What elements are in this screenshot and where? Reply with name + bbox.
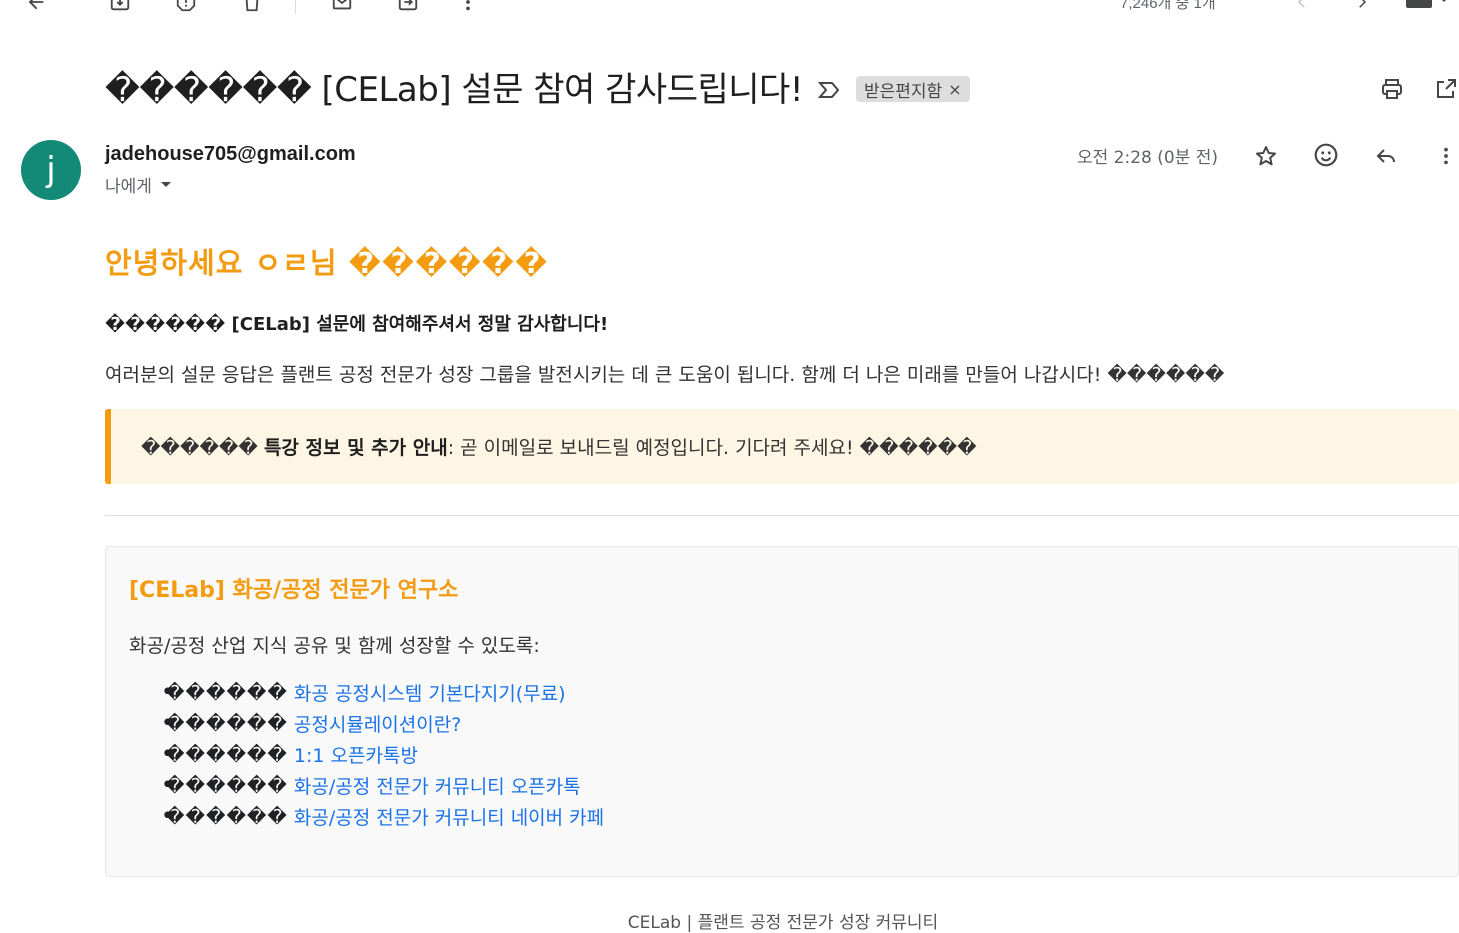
chevron-down-icon[interactable] xyxy=(160,181,172,189)
link-process-simulation[interactable]: 공정시뮬레이션이란? xyxy=(294,710,461,737)
report-spam-icon[interactable] xyxy=(172,0,200,16)
link-prefix: ������ xyxy=(165,805,288,828)
notice-bold: 특강 정보 및 추가 안내 xyxy=(263,437,448,459)
importance-marker-icon[interactable] xyxy=(816,77,842,103)
bullet: • xyxy=(161,742,174,767)
older-chevron-icon[interactable] xyxy=(1290,0,1314,14)
email-footer: CELab | 플랜트 공정 전문가 성장 커뮤니티 xyxy=(627,913,939,933)
divider xyxy=(105,515,1459,516)
toolbar-divider xyxy=(295,0,296,14)
notice-rest: : 곧 이메일로 보내드릴 예정입니다. 기다려 주세요! ������ xyxy=(447,437,977,459)
link-prefix: ������ xyxy=(165,743,288,766)
bullet: • xyxy=(161,680,174,705)
archive-icon[interactable] xyxy=(106,0,134,16)
inbox-label-text: 받은편지함 xyxy=(864,81,943,102)
link-naver-cafe[interactable]: 화공/공정 전문가 커뮤니티 네이버 카페 xyxy=(294,803,604,830)
reply-icon[interactable] xyxy=(1372,142,1400,170)
star-icon[interactable] xyxy=(1252,142,1280,170)
inbox-label-chip[interactable]: 받은편지함 × xyxy=(856,76,970,102)
notice-prefix: ������ xyxy=(141,437,264,459)
bullet: • xyxy=(161,773,174,798)
link-one-on-one-chat[interactable]: 1:1 오픈카톡방 xyxy=(294,741,418,768)
list-item: • ������ 화공/공정 전문가 커뮤니티 네이버 카페 xyxy=(129,801,604,832)
bullet: • xyxy=(161,804,174,829)
more-vert-icon[interactable] xyxy=(454,0,482,16)
sender-avatar[interactable]: j xyxy=(21,140,81,200)
message-time: 오전 2:28 (0분 전) xyxy=(1077,148,1219,168)
list-item: • ������ 1:1 오픈카톡방 xyxy=(129,739,604,770)
email-subject: ������ [CELab] 설문 참여 감사드립니다! xyxy=(105,70,803,110)
message-count: 7,246개 중 1개 xyxy=(1120,0,1216,12)
recipient-details[interactable]: 나에게 xyxy=(105,172,172,197)
list-item: • ������ 화공 공정시스템 기본다지기(무료) xyxy=(129,677,604,708)
back-arrow-icon[interactable] xyxy=(22,0,50,16)
notice-box: ������ 특강 정보 및 추가 안내: 곧 이메일로 보내드릴 예정입니다.… xyxy=(105,409,1459,484)
list-item: • ������ 화공/공정 전문가 커뮤니티 오픈카톡 xyxy=(129,770,604,801)
thanks-line: ������ [CELab] 설문에 참여해주셔서 정말 감사합니다! xyxy=(105,314,609,335)
message-more-icon[interactable] xyxy=(1432,142,1459,170)
emoji-reaction-icon[interactable] xyxy=(1312,141,1340,169)
keyboard-icon[interactable] xyxy=(1402,0,1452,14)
bullet: • xyxy=(161,711,174,736)
greeting-heading: 안녕하세요 ㅇㄹ님 ������ xyxy=(105,246,549,280)
link-basic-course[interactable]: 화공 공정시스템 기본다지기(무료) xyxy=(294,679,566,706)
lab-info-box: [CELab] 화공/공정 전문가 연구소 화공/공정 산업 지식 공유 및 함… xyxy=(105,546,1459,877)
list-item: • ������ 공정시뮬레이션이란? xyxy=(129,708,604,739)
body-paragraph: 여러분의 설문 응답은 플랜트 공정 전문가 성장 그룹을 발전시키는 데 큰 … xyxy=(105,364,1225,386)
mark-unread-icon[interactable] xyxy=(328,0,356,16)
lab-description: 화공/공정 산업 지식 공유 및 함께 성장할 수 있도록: xyxy=(129,635,540,657)
sender-email[interactable]: jadehouse705@gmail.com xyxy=(105,143,356,166)
newer-chevron-icon[interactable] xyxy=(1350,0,1374,14)
lab-link-list: • ������ 화공 공정시스템 기본다지기(무료) • ������ 공정시뮬레이션… xyxy=(129,677,604,832)
print-icon[interactable] xyxy=(1378,75,1406,103)
delete-icon[interactable] xyxy=(238,0,266,16)
link-prefix: ������ xyxy=(165,712,288,735)
lab-title: [CELab] 화공/공정 전문가 연구소 xyxy=(129,578,459,603)
recipient-label: 나에게 xyxy=(105,177,152,197)
remove-label-icon[interactable]: × xyxy=(948,80,961,99)
link-community-openchat[interactable]: 화공/공정 전문가 커뮤니티 오픈카톡 xyxy=(294,772,581,799)
open-new-window-icon[interactable] xyxy=(1432,75,1459,103)
move-to-icon[interactable] xyxy=(394,0,422,16)
notice-text: ������ 특강 정보 및 추가 안내: 곧 이메일로 보내드릴 예정입니다.… xyxy=(141,433,977,460)
link-prefix: ������ xyxy=(165,774,288,797)
link-prefix: ������ xyxy=(165,681,288,704)
